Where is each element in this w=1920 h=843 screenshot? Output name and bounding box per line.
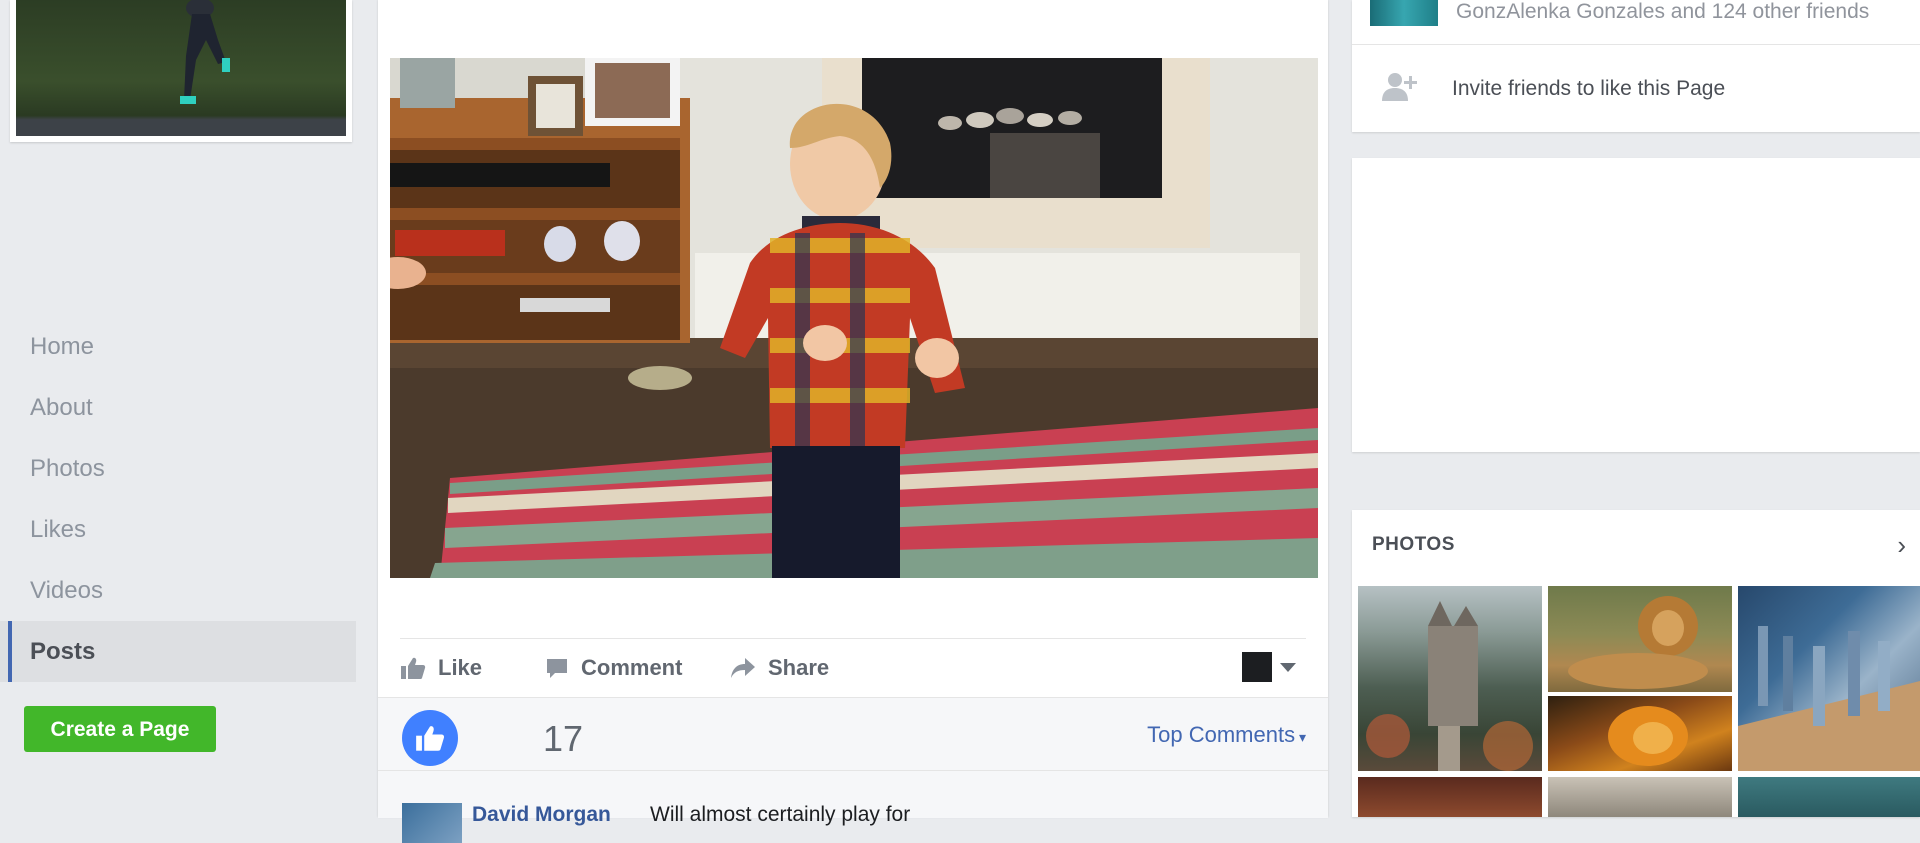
chevron-right-icon[interactable]: ›	[1897, 530, 1906, 561]
photo-thumbnail-6[interactable]	[1548, 777, 1732, 817]
add-person-icon	[1382, 73, 1417, 101]
left-column: Home About Photos Likes Videos Posts Cre…	[0, 0, 378, 817]
photo-thumbnail-chess[interactable]	[1738, 586, 1920, 771]
comment-sort-dropdown[interactable]: Top Comments	[1147, 722, 1306, 748]
photo-thumbnail-castle[interactable]	[1358, 586, 1542, 771]
page-profile-photo[interactable]	[10, 0, 352, 142]
speech-bubble-icon	[547, 659, 567, 678]
create-page-button[interactable]: Create a Page	[24, 706, 216, 752]
friends-thumbnail[interactable]	[1370, 0, 1438, 26]
friends-like-text[interactable]: GonzAlenka Gonzales and 124 other friend…	[1456, 0, 1869, 24]
photo-thumbnail-lion-king[interactable]	[1548, 696, 1732, 771]
photo-thumbnail-7[interactable]	[1738, 777, 1920, 817]
photos-card: PHOTOS ›	[1352, 510, 1920, 817]
nav-item-about[interactable]: About	[0, 377, 356, 438]
like-count[interactable]: 17	[543, 718, 583, 760]
page-nav: Home About Photos Likes Videos Posts	[0, 316, 356, 682]
comment-item: David Morgan Will almost certainly play …	[378, 770, 1328, 843]
reactions-bar: 17 Top Comments	[378, 697, 1328, 770]
nav-item-videos[interactable]: Videos	[0, 560, 356, 621]
share-label: Share	[768, 655, 830, 680]
post-card: Like Comment Share 17 Top Comments ▾ Dav…	[378, 0, 1328, 843]
runner-figure	[180, 0, 230, 104]
share-button[interactable]: Share	[730, 639, 829, 697]
share-arrow-icon	[731, 658, 755, 678]
nav-item-home[interactable]: Home	[0, 316, 356, 377]
commenter-name[interactable]: David Morgan	[472, 803, 611, 827]
like-button[interactable]: Like	[400, 639, 482, 697]
lion-image	[1568, 596, 1708, 689]
invite-friends-label: Invite friends to like this Page	[1452, 77, 1726, 100]
nav-item-likes[interactable]: Likes	[0, 499, 356, 560]
lion-king-image	[1608, 706, 1688, 766]
nav-item-posts[interactable]: Posts	[0, 621, 356, 682]
invite-friends-row[interactable]: Invite friends to like this Page	[1352, 44, 1920, 133]
caret-down-icon	[1280, 662, 1296, 672]
thumbs-up-icon	[401, 657, 426, 679]
photos-heading[interactable]: PHOTOS	[1372, 534, 1455, 556]
community-card: GonzAlenka Gonzales and 124 other friend…	[1352, 0, 1920, 132]
chess-image	[1738, 626, 1920, 771]
page-avatar	[1242, 652, 1272, 682]
sidebar-card-empty	[1352, 158, 1920, 452]
right-column: GonzAlenka Gonzales and 124 other friend…	[1352, 0, 1920, 817]
photo-thumbnail-5[interactable]	[1358, 777, 1542, 817]
photo-thumbnail-lion[interactable]	[1548, 586, 1732, 692]
post-actions-bar: Like Comment Share	[400, 638, 1306, 697]
post-as-selector[interactable]	[1242, 652, 1296, 682]
comment-button[interactable]: Comment	[545, 639, 682, 697]
post-photo-image	[390, 58, 1318, 578]
comment-text: Will almost certainly play for	[650, 803, 911, 826]
profile-photo-image	[16, 0, 346, 136]
comment-label: Comment	[581, 655, 683, 680]
castle-image	[1366, 601, 1533, 771]
commenter-avatar[interactable]	[402, 803, 462, 843]
nav-item-photos[interactable]: Photos	[0, 438, 356, 499]
thumbs-up-icon	[416, 726, 445, 751]
post-photo[interactable]	[390, 58, 1318, 578]
like-label: Like	[438, 655, 483, 680]
like-reaction-icon[interactable]	[402, 710, 458, 766]
